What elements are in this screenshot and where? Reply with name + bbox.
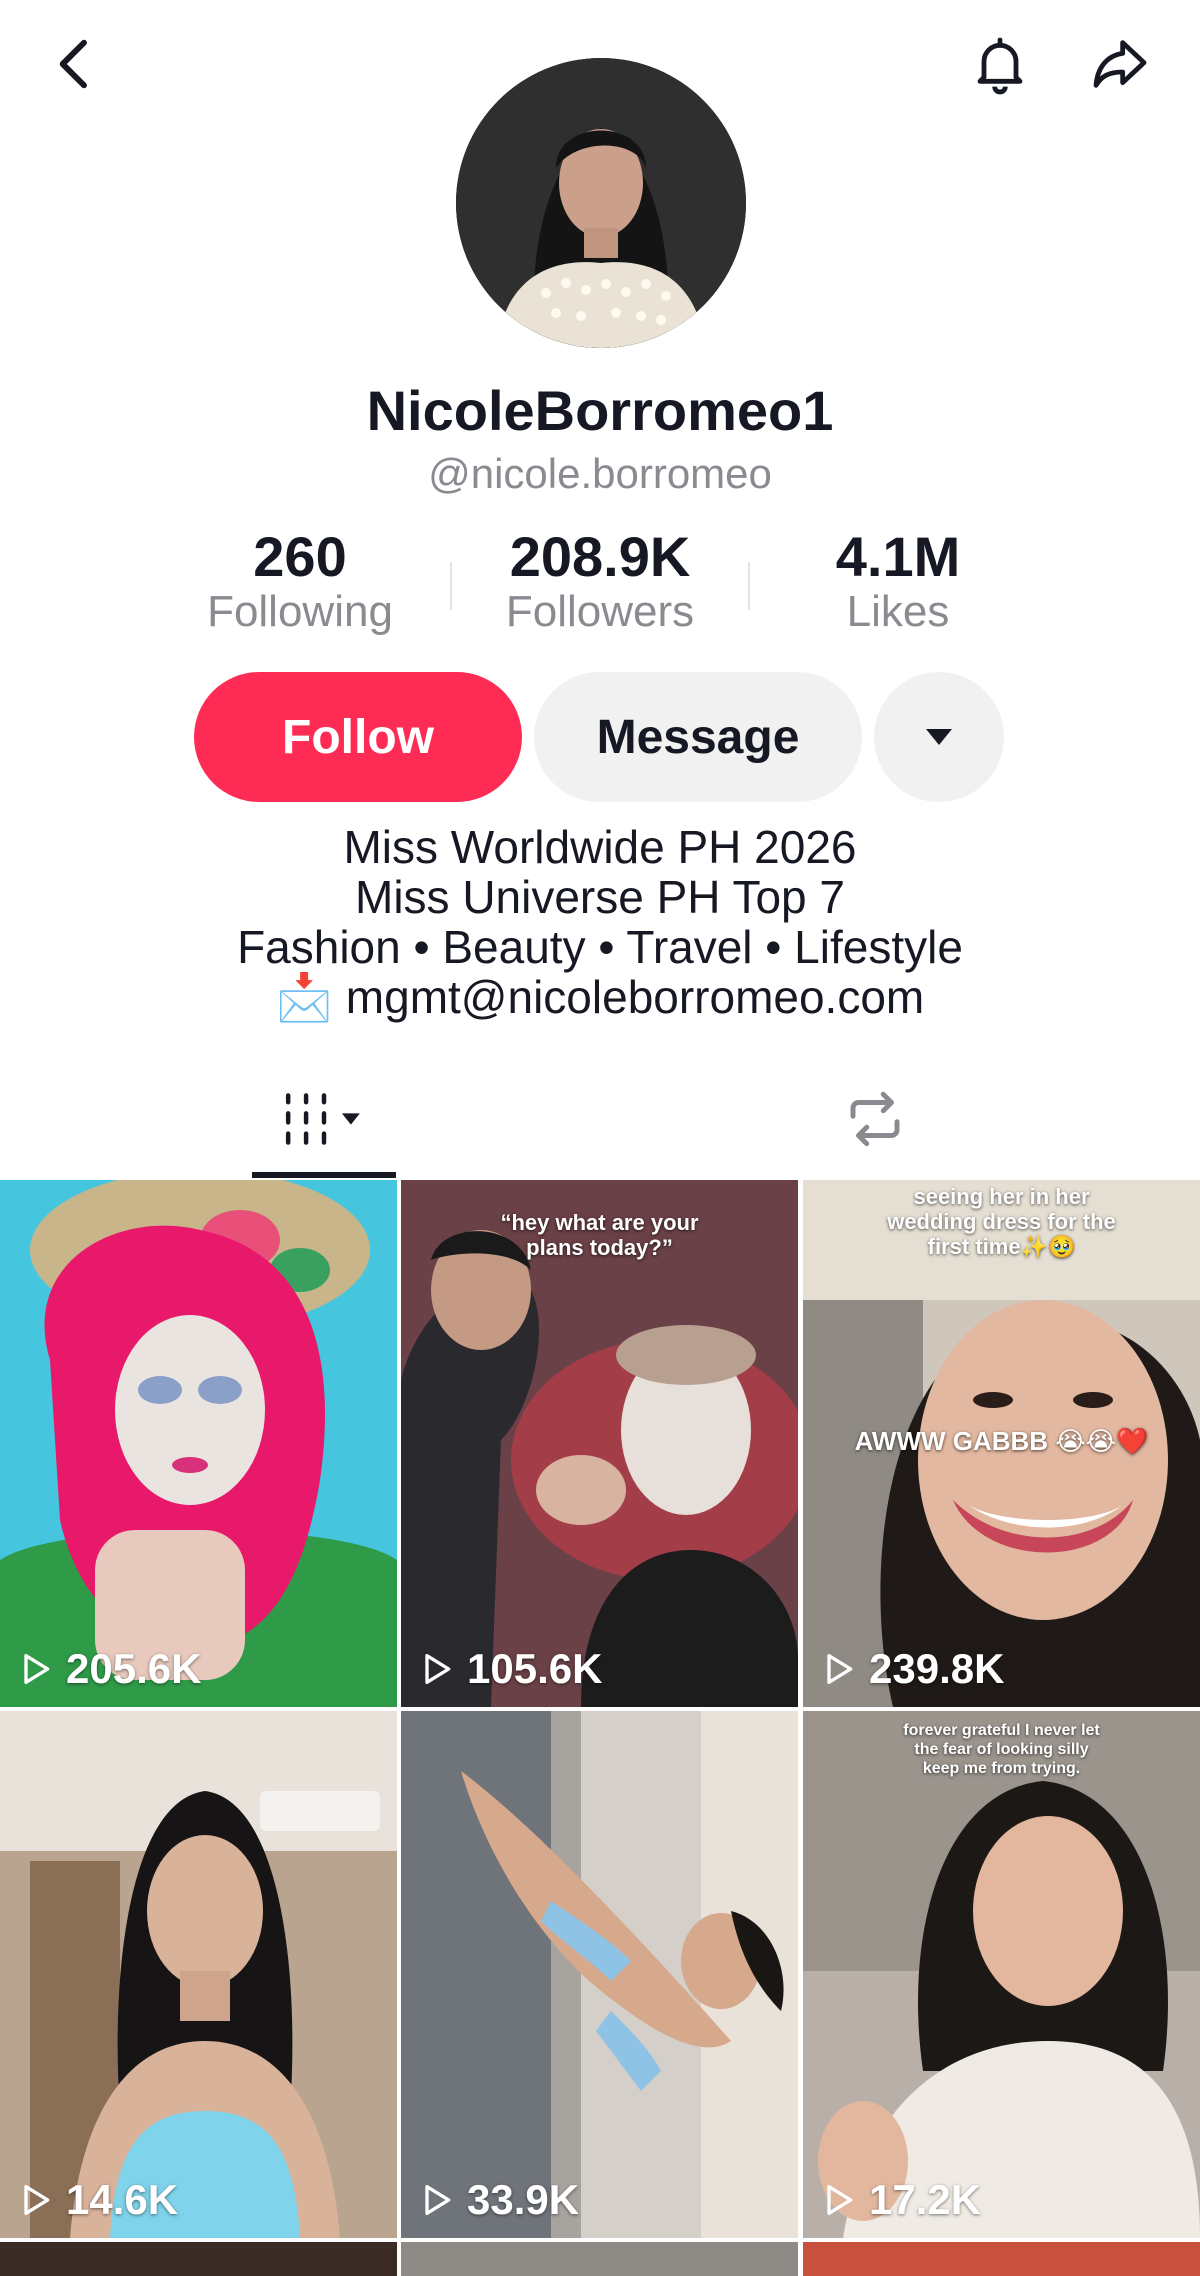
likes-count: 4.1M bbox=[835, 525, 961, 588]
avatar-photo bbox=[456, 58, 746, 348]
video-thumbnail bbox=[0, 1180, 397, 1707]
play-icon bbox=[425, 2185, 451, 2215]
view-count: 105.6K bbox=[417, 1645, 602, 1693]
video-caption-overlay: forever grateful I never let the fear of… bbox=[903, 1722, 1100, 1777]
video-tile[interactable]: 33.9K bbox=[401, 1711, 798, 2238]
video-tile[interactable] bbox=[401, 2242, 798, 2276]
video-caption-overlay: “hey what are your plans today?” bbox=[500, 1210, 699, 1260]
back-button[interactable] bbox=[40, 28, 112, 100]
view-count-text: 33.9K bbox=[467, 2176, 580, 2223]
bio-line: Miss Universe PH Top 7 bbox=[355, 871, 845, 923]
video-tile[interactable]: seeing her in her wedding dress for the … bbox=[803, 1180, 1200, 1707]
video-caption-overlay: AWWW GABBB 😭😭❤️ bbox=[854, 1426, 1149, 1456]
view-count: 33.9K bbox=[417, 2176, 579, 2224]
video-tile[interactable] bbox=[803, 2242, 1200, 2276]
video-tile[interactable] bbox=[0, 2242, 397, 2276]
video-thumbnail bbox=[401, 1711, 798, 2238]
tab-reposts[interactable] bbox=[830, 1060, 920, 1178]
bio: Miss Worldwide PH 2026 Miss Universe PH … bbox=[0, 822, 1200, 1022]
view-count: 205.6K bbox=[16, 1645, 201, 1693]
video-tile[interactable]: 205.6K bbox=[0, 1180, 397, 1707]
share-button[interactable] bbox=[1084, 28, 1156, 100]
video-thumbnail bbox=[803, 1711, 1200, 2238]
tab-videos[interactable] bbox=[252, 1060, 396, 1178]
username-handle: @nicole.borromeo bbox=[428, 450, 772, 497]
followers-count: 208.9K bbox=[509, 525, 691, 588]
view-count-text: 14.6K bbox=[66, 2176, 179, 2223]
video-tile[interactable]: “hey what are your plans today?” 105.6K bbox=[401, 1180, 798, 1707]
chevron-left-icon bbox=[59, 39, 87, 89]
bell-icon bbox=[977, 37, 1023, 95]
followers-stat[interactable]: 208.9K Followers bbox=[450, 525, 750, 637]
followers-label: Followers bbox=[505, 586, 695, 636]
message-button[interactable]: Message bbox=[534, 672, 862, 802]
grid-icon bbox=[285, 1093, 360, 1145]
view-count-text: 17.2K bbox=[869, 2176, 982, 2223]
active-tab-indicator bbox=[252, 1172, 396, 1178]
notifications-button[interactable] bbox=[964, 28, 1036, 100]
more-options-button[interactable] bbox=[874, 672, 1004, 802]
share-arrow-icon bbox=[1093, 40, 1147, 88]
following-stat[interactable]: 260 Following bbox=[150, 525, 450, 637]
video-tile[interactable]: forever grateful I never let the fear of… bbox=[803, 1711, 1200, 2238]
view-count-text: 239.8K bbox=[869, 1645, 1005, 1692]
view-count-text: 205.6K bbox=[66, 1645, 202, 1692]
view-count-text: 105.6K bbox=[467, 1645, 603, 1692]
video-grid: 205.6K “hey what are your plans today?” … bbox=[0, 1180, 1200, 2276]
display-name: NicoleBorromeo1 bbox=[366, 379, 834, 442]
play-icon bbox=[24, 1654, 50, 1684]
repost-icon bbox=[850, 1091, 900, 1147]
play-icon bbox=[827, 2185, 853, 2215]
play-icon bbox=[425, 1654, 451, 1684]
view-count: 239.8K bbox=[819, 1645, 1004, 1693]
play-icon bbox=[827, 1654, 853, 1684]
play-icon bbox=[24, 2185, 50, 2215]
bio-line: Miss Worldwide PH 2026 bbox=[343, 821, 857, 873]
caret-down-icon bbox=[926, 729, 952, 745]
likes-stat[interactable]: 4.1M Likes bbox=[748, 525, 1048, 637]
video-caption-overlay: seeing her in her wedding dress for the … bbox=[887, 1184, 1116, 1259]
bio-line: Fashion • Beauty • Travel • Lifestyle bbox=[237, 921, 963, 973]
content-tabs bbox=[0, 1060, 1200, 1178]
avatar[interactable] bbox=[456, 58, 746, 348]
view-count: 17.2K bbox=[819, 2176, 981, 2224]
likes-label: Likes bbox=[846, 586, 950, 636]
following-count: 260 bbox=[253, 525, 347, 588]
following-label: Following bbox=[207, 586, 393, 636]
follow-button[interactable]: Follow bbox=[194, 672, 522, 802]
video-thumbnail bbox=[0, 1711, 397, 2238]
view-count: 14.6K bbox=[16, 2176, 178, 2224]
bio-email-line[interactable]: 📩 mgmt@nicoleborromeo.com bbox=[0, 972, 1200, 1022]
video-tile[interactable]: 14.6K bbox=[0, 1711, 397, 2238]
